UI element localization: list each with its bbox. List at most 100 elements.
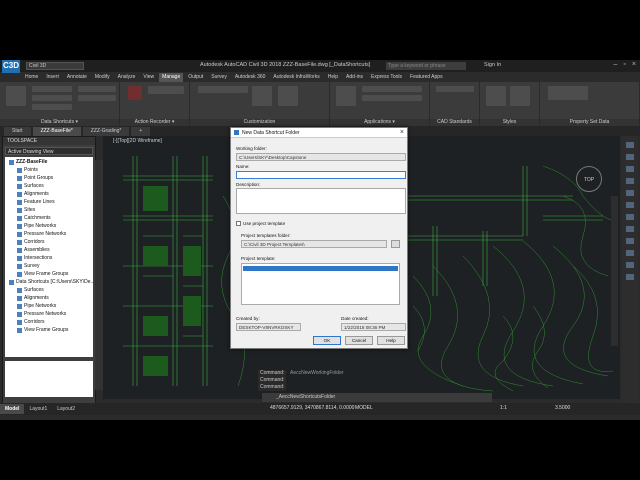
tool-icon[interactable] — [626, 226, 634, 232]
tree-item[interactable]: Points — [5, 166, 93, 174]
tree-item[interactable]: Assemblies — [5, 246, 93, 254]
tree-item[interactable]: ZZZ-BaseFile — [5, 158, 93, 166]
tree-item[interactable]: Surfaces — [5, 182, 93, 190]
sign-in-link[interactable]: Sign In — [484, 62, 501, 68]
ribbon-button[interactable] — [78, 86, 116, 92]
file-tab[interactable]: Start — [4, 126, 31, 136]
tool-icon[interactable] — [626, 238, 634, 244]
tree-item[interactable]: Surfaces — [5, 286, 93, 294]
panel-caption[interactable]: Data Shortcuts ▾ — [0, 119, 119, 126]
name-input[interactable] — [236, 171, 406, 179]
tree-item[interactable]: Catchments — [5, 214, 93, 222]
command-line[interactable]: _AeccNewShortcutsFolder — [262, 393, 492, 402]
ribbon-tab-autodesk-infraworks[interactable]: Autodesk InfraWorks — [270, 73, 322, 82]
view-select[interactable]: Active Drawing View — [5, 147, 93, 155]
ribbon-tab-autodesk-360[interactable]: Autodesk 360 — [232, 73, 269, 82]
tree-item[interactable]: Corridors — [5, 238, 93, 246]
tool-icon[interactable] — [626, 262, 634, 268]
tree-item[interactable]: View Frame Groups — [5, 270, 93, 278]
tool-icon[interactable] — [626, 274, 634, 280]
ribbon-button[interactable] — [6, 86, 26, 106]
ribbon-tab-help[interactable]: Help — [325, 73, 341, 82]
tree-item[interactable]: Feature Lines — [5, 198, 93, 206]
search-input[interactable]: Type a keyword or phrase — [386, 62, 466, 70]
tree-item[interactable]: Pressure Networks — [5, 310, 93, 318]
tree-item[interactable]: Corridors — [5, 318, 93, 326]
tool-icon[interactable] — [626, 142, 634, 148]
description-input[interactable] — [236, 188, 406, 214]
tool-icon[interactable] — [626, 190, 634, 196]
panel-caption[interactable]: Applications ▾ — [330, 119, 429, 126]
ribbon-button[interactable] — [32, 104, 72, 110]
tool-icon[interactable] — [626, 250, 634, 256]
ribbon-tab-insert[interactable]: Insert — [43, 73, 62, 82]
ribbon-tab-add-ins[interactable]: Add-ins — [343, 73, 366, 82]
ribbon-button[interactable] — [336, 86, 356, 106]
ribbon-tab-featured-apps[interactable]: Featured Apps — [407, 73, 446, 82]
layout-tab-layout2[interactable]: Layout2 — [52, 404, 80, 414]
close-icon[interactable]: × — [400, 129, 404, 136]
tree-item[interactable]: Survey — [5, 262, 93, 270]
ribbon-button[interactable] — [148, 86, 184, 94]
ribbon-tab-annotate[interactable]: Annotate — [64, 73, 90, 82]
ribbon-button[interactable] — [32, 86, 72, 92]
minimize-icon[interactable]: – — [614, 61, 618, 68]
navigation-bar[interactable] — [611, 196, 618, 346]
help-button[interactable]: Help — [377, 336, 405, 345]
ribbon-tab-modify[interactable]: Modify — [92, 73, 113, 82]
ribbon-tab-output[interactable]: Output — [185, 73, 206, 82]
tree-item[interactable]: Data Shortcuts [C:\Users\SKY\De... — [5, 278, 95, 286]
viewcube[interactable]: TOP — [576, 166, 602, 192]
ribbon-tab-express-tools[interactable]: Express Tools — [368, 73, 405, 82]
ribbon-button[interactable] — [32, 95, 72, 101]
tree-item[interactable]: Intersections — [5, 254, 93, 262]
toolspace-side-tabs[interactable] — [95, 160, 103, 390]
layout-tab-model[interactable]: Model — [0, 404, 25, 414]
ribbon-tab-analyze[interactable]: Analyze — [115, 73, 139, 82]
model-space-toggle[interactable]: MODEL — [355, 405, 373, 411]
tree-item[interactable]: Pipe Networks — [5, 222, 93, 230]
ribbon-button[interactable] — [362, 86, 422, 92]
ribbon-button[interactable] — [252, 86, 272, 106]
viewport-label[interactable]: [-][Top][2D Wireframe] — [113, 138, 162, 144]
cancel-button[interactable]: Cancel — [345, 336, 373, 345]
tool-icon[interactable] — [626, 154, 634, 160]
ribbon-button[interactable] — [198, 86, 248, 93]
ribbon-button[interactable] — [436, 86, 474, 92]
tree-item[interactable]: Pressure Networks — [5, 230, 93, 238]
ribbon-tab-survey[interactable]: Survey — [208, 73, 230, 82]
tree-item[interactable]: Point Groups — [5, 174, 93, 182]
ribbon-tab-view[interactable]: View — [140, 73, 157, 82]
ribbon-tab-manage[interactable]: Manage — [159, 73, 184, 82]
ok-button[interactable]: OK — [313, 336, 341, 345]
use-template-checkbox[interactable]: Use project template — [236, 221, 285, 226]
tool-icon[interactable] — [626, 166, 634, 172]
tree-item[interactable]: Pipe Networks — [5, 302, 93, 310]
ribbon-tab-home[interactable]: Home — [22, 73, 41, 82]
checkbox-box[interactable] — [236, 221, 241, 226]
maximize-icon[interactable]: ▫ — [623, 61, 625, 68]
ribbon-button[interactable] — [78, 95, 116, 101]
file-tab[interactable]: ZZZ-Grading* — [82, 126, 130, 136]
panel-caption[interactable]: Action Recorder ▾ — [120, 119, 189, 126]
new-tab-button[interactable]: + — [131, 126, 151, 136]
tool-icon[interactable] — [626, 178, 634, 184]
file-tab[interactable]: ZZZ-BaseFile* — [32, 126, 81, 136]
ribbon-button[interactable] — [510, 86, 530, 106]
ribbon-button[interactable] — [362, 95, 422, 101]
app-menu-button[interactable]: C3D — [2, 60, 20, 73]
tree-item[interactable]: View Frame Groups — [5, 326, 93, 334]
ribbon-button[interactable] — [278, 86, 298, 106]
tree-item[interactable]: Alignments — [5, 294, 93, 302]
tree-item[interactable]: Sites — [5, 206, 93, 214]
tool-icon[interactable] — [626, 214, 634, 220]
record-button[interactable] — [128, 86, 142, 100]
workspace-select[interactable]: Civil 3D — [26, 62, 84, 70]
close-icon[interactable]: × — [632, 61, 636, 68]
tree-item[interactable]: Alignments — [5, 190, 93, 198]
ribbon-button[interactable] — [548, 86, 588, 100]
ribbon-button[interactable] — [486, 86, 506, 106]
annotation-scale[interactable]: 1:1 — [500, 405, 507, 411]
tool-icon[interactable] — [626, 202, 634, 208]
layout-tab-layout1[interactable]: Layout1 — [24, 404, 52, 414]
